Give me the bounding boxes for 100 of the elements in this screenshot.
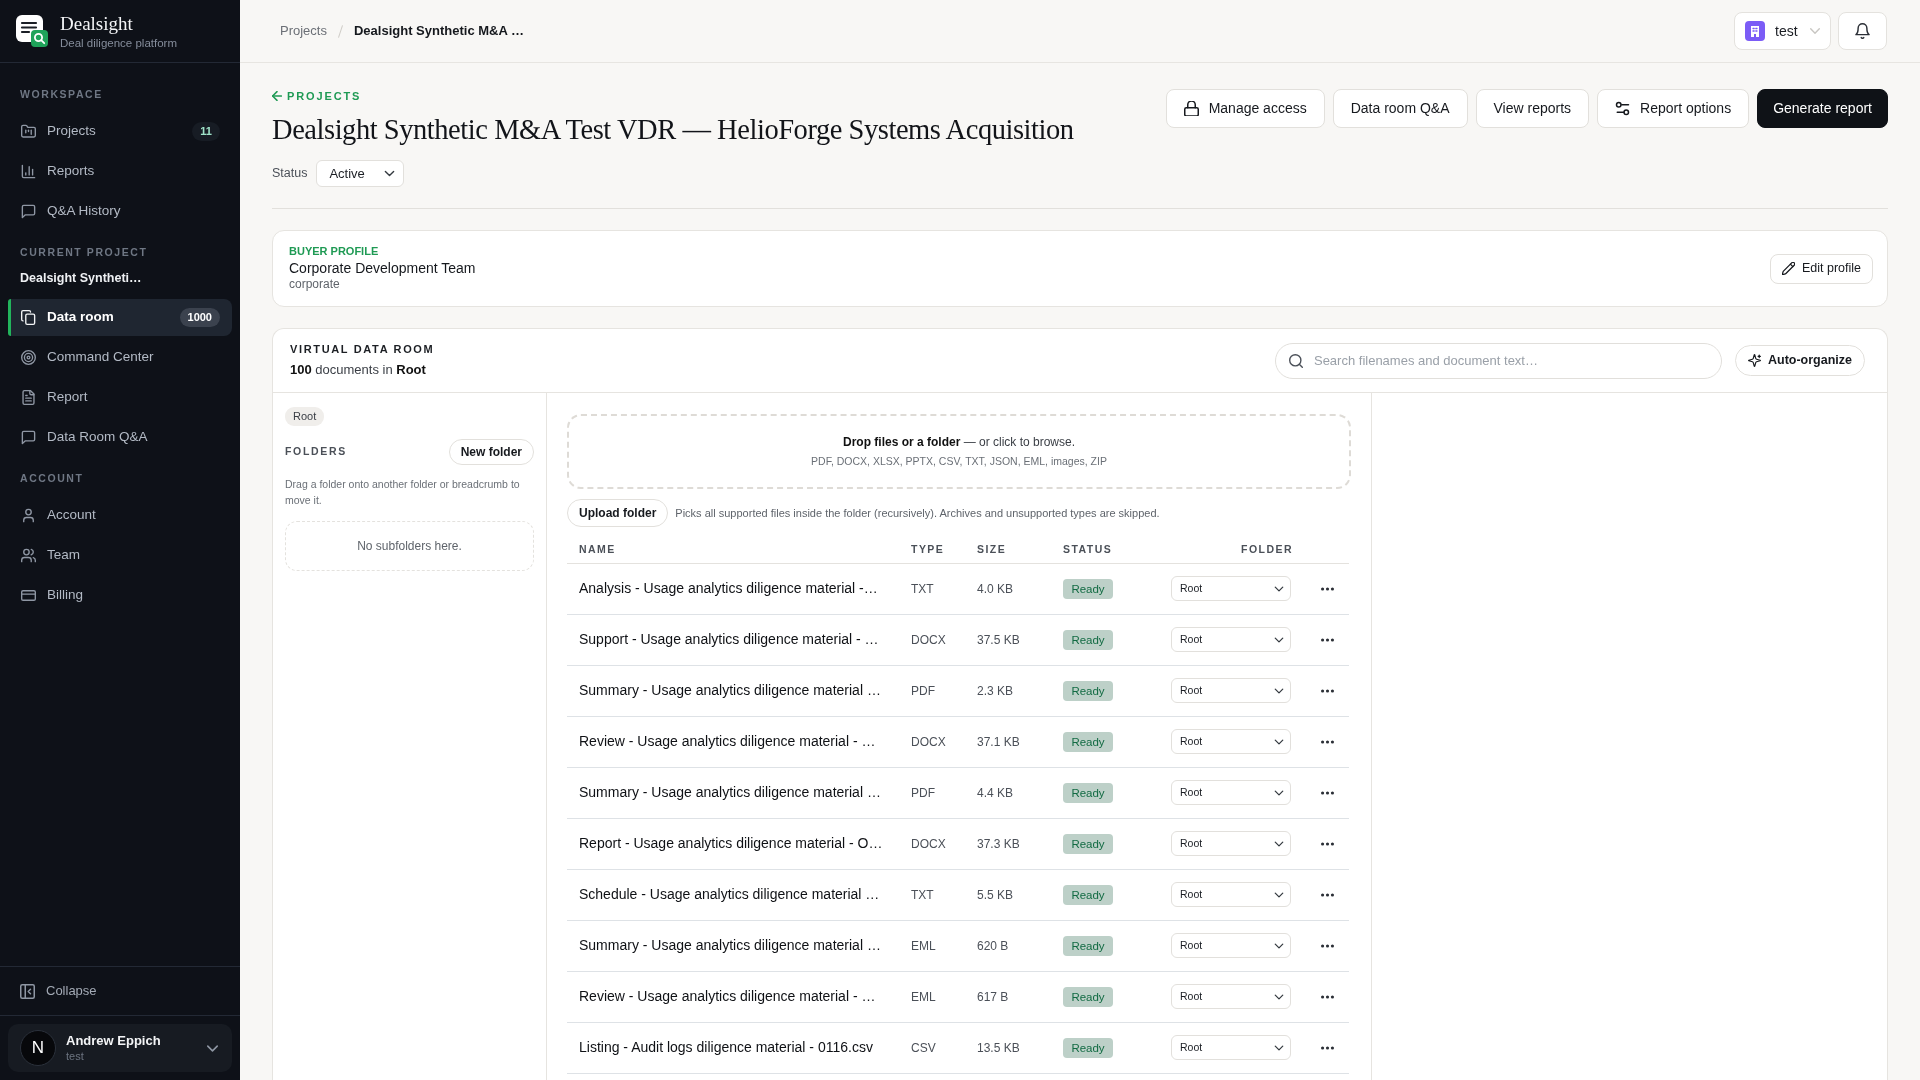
document-icon (21, 390, 36, 405)
more-icon[interactable] (1321, 995, 1334, 1000)
sidebar-item[interactable]: Reports (8, 153, 232, 190)
user-menu[interactable]: N Andrew Eppich test (8, 1024, 232, 1072)
new-folder-button[interactable]: New folder (448, 439, 534, 465)
upload-folder-button[interactable]: Upload folder (567, 499, 669, 527)
file-name[interactable]: Listing - Audit logs diligence material - 0116.csv (579, 1039, 873, 1055)
collapse-panel-icon (20, 983, 35, 999)
file-type: TXT (911, 888, 934, 902)
sidebar-item[interactable]: Q&A History (8, 193, 232, 230)
count-badge: 11 (192, 122, 220, 141)
file-formats-text: PDF, DOCX, XLSX, PPTX, CSV, TXT, JSON, EML, images, ZIP (811, 455, 1107, 468)
more-icon[interactable] (1321, 842, 1334, 847)
sidebar-item[interactable]: Data Room Q&A (8, 419, 232, 456)
file-name[interactable]: Summary - Usage analytics diligence material … (579, 784, 881, 800)
edit-profile-button[interactable]: Edit profile (1769, 253, 1873, 284)
collapse-button[interactable]: Collapse (0, 966, 240, 1015)
file-size: 620 B (977, 939, 1009, 953)
pencil-icon (1781, 262, 1795, 275)
file-name[interactable]: Summary - Usage analytics diligence material … (579, 682, 881, 698)
folder-select[interactable]: Root (1171, 576, 1291, 601)
section-label: BUYER PROFILE (289, 245, 380, 258)
action-button[interactable]: Report options (1597, 89, 1750, 128)
file-name[interactable]: Analysis - Usage analytics diligence material -… (579, 580, 878, 596)
folder-select[interactable]: Root (1171, 780, 1291, 805)
user-name: Andrew Eppich (66, 1033, 162, 1049)
action-button[interactable]: Generate report (1757, 89, 1888, 128)
breadcrumb-current: Dealsight Synthetic M&A … (353, 22, 524, 41)
folder-breadcrumb[interactable]: Root (285, 407, 325, 426)
more-icon[interactable] (1321, 740, 1334, 745)
sidebar-item[interactable]: Projects 11 (8, 113, 232, 150)
section-heading: ACCOUNT (19, 472, 85, 485)
more-icon[interactable] (1321, 1046, 1334, 1051)
folder-select[interactable]: Root (1171, 882, 1291, 907)
folder-select[interactable]: Root (1171, 1035, 1291, 1060)
more-icon[interactable] (1321, 689, 1334, 694)
file-type: EML (911, 939, 936, 953)
workspace-switcher[interactable]: test (1734, 12, 1831, 50)
status-badge: Ready (1063, 885, 1113, 905)
folder-select[interactable]: Root (1171, 933, 1291, 958)
file-name[interactable]: Review - Usage analytics diligence material - … (579, 988, 876, 1004)
auto-organize-button[interactable]: Auto-organize (1734, 345, 1865, 376)
lock-icon (1183, 101, 1199, 116)
section-heading: WORKSPACE (19, 88, 104, 101)
chat-bubble-icon (21, 430, 36, 445)
building-icon (1745, 21, 1765, 41)
folder-select[interactable]: Root (1171, 831, 1291, 856)
file-name[interactable]: Report - Usage analytics diligence material - O… (579, 835, 883, 851)
buyer-name: Corporate Development Team (289, 260, 476, 277)
search-field[interactable]: Search filenames and document text… (1274, 342, 1722, 379)
file-type: DOCX (911, 735, 946, 749)
file-type: DOCX (911, 633, 946, 647)
sidebar-item[interactable]: Data room 1000 (8, 299, 232, 336)
status-badge: Ready (1063, 987, 1113, 1007)
file-size: 617 B (977, 990, 1009, 1004)
more-icon[interactable] (1321, 638, 1334, 643)
file-size: 37.5 KB (977, 633, 1020, 647)
breadcrumb-link[interactable]: Projects (280, 21, 327, 41)
sidebar-item[interactable]: Report (8, 379, 232, 416)
column-header: STATUS (1063, 542, 1113, 555)
file-dropzone[interactable]: Drop files or a folder — or click to browse. PDF, DOCX, XLSX, PPTX, CSV, TXT, JSON, EML, images, ZIP (567, 414, 1351, 489)
folder-select[interactable]: Root (1171, 627, 1291, 652)
column-header: TYPE (911, 542, 945, 555)
folder-icon (21, 124, 36, 139)
status-badge: Ready (1063, 834, 1113, 854)
logo-icon (16, 15, 48, 47)
file-size: 5.5 KB (977, 888, 1014, 902)
more-icon[interactable] (1321, 893, 1334, 898)
folder-select[interactable]: Root (1171, 678, 1291, 703)
status-badge: Ready (1063, 732, 1113, 752)
users-icon (21, 548, 36, 563)
status-select[interactable]: Active (316, 160, 405, 187)
sidebar-item[interactable]: Billing (8, 577, 232, 614)
sidebar-item[interactable]: Command Center (8, 339, 232, 376)
bell-icon (1855, 23, 1870, 39)
file-size: 2.3 KB (977, 684, 1014, 698)
sidebar-item[interactable]: Account (8, 497, 232, 534)
chevron-down-icon (207, 1044, 218, 1052)
action-button[interactable]: Manage access (1165, 89, 1325, 128)
bar-chart-icon (21, 164, 36, 179)
notifications-button[interactable] (1838, 12, 1887, 50)
more-icon[interactable] (1321, 944, 1334, 949)
column-header: NAME (579, 542, 616, 555)
folder-select[interactable]: Root (1171, 984, 1291, 1009)
action-button[interactable]: Data room Q&A (1332, 89, 1468, 128)
sidebar-item[interactable]: Team (8, 537, 232, 574)
chat-bubble-icon (21, 204, 36, 219)
more-icon[interactable] (1321, 587, 1334, 592)
file-name[interactable]: Summary - Usage analytics diligence material … (579, 937, 881, 953)
file-name[interactable]: Review - Usage analytics diligence material - … (579, 733, 876, 749)
section-heading: CURRENT PROJECT (19, 246, 149, 259)
more-icon[interactable] (1321, 791, 1334, 796)
file-name[interactable]: Support - Usage analytics diligence material - … (579, 631, 879, 647)
action-button[interactable]: View reports (1475, 89, 1590, 128)
file-name[interactable]: Schedule - Usage analytics diligence material … (579, 886, 880, 902)
file-size: 4.4 KB (977, 786, 1014, 800)
file-size: 13.5 KB (977, 1041, 1020, 1055)
target-icon (21, 350, 36, 365)
file-size: 4.0 KB (977, 582, 1014, 596)
folder-select[interactable]: Root (1171, 729, 1291, 754)
